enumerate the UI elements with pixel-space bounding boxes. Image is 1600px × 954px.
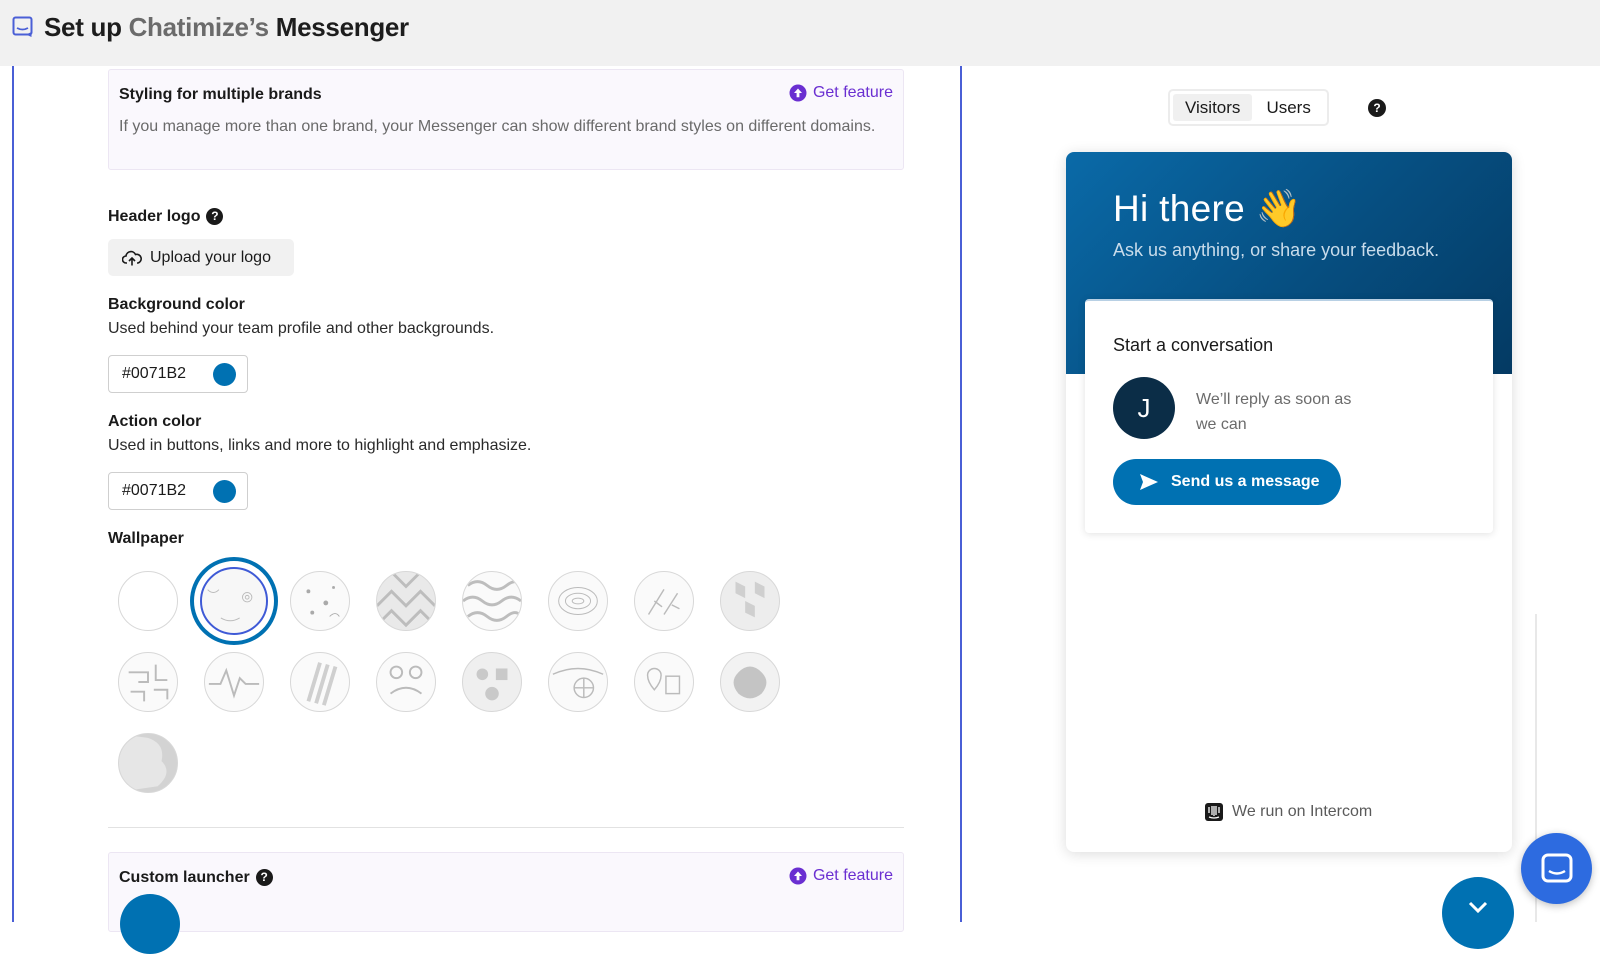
- header-logo-label: Header logo?: [108, 208, 224, 226]
- help-icon[interactable]: ?: [255, 869, 273, 886]
- wallpaper-option-selected[interactable]: [190, 557, 278, 645]
- section-divider: [108, 827, 904, 828]
- squiggle-pattern-icon: [463, 580, 521, 622]
- collapse-messenger-button[interactable]: [1442, 877, 1514, 949]
- wallpaper-option-none[interactable]: [118, 571, 178, 631]
- custom-launcher-box: Custom launcher? Get feature: [108, 852, 904, 932]
- wallpaper-option-shapes[interactable]: [462, 652, 522, 712]
- avatar: J: [1113, 377, 1175, 439]
- chat-bubble-icon: [12, 16, 33, 37]
- dots-pattern-icon: [306, 586, 340, 617]
- send-icon: [1140, 474, 1158, 490]
- geometric-pattern-icon: [377, 572, 435, 628]
- wallpaper-option-pulse[interactable]: [204, 652, 264, 712]
- title-prefix: Set up: [44, 12, 129, 42]
- send-message-button[interactable]: Send us a message: [1113, 459, 1341, 505]
- wallpaper-option-cubes[interactable]: [720, 571, 780, 631]
- upgrade-arrow-icon: [789, 84, 807, 102]
- header-logo-label-text: Header logo: [108, 208, 201, 225]
- blob-pattern-icon: [733, 666, 767, 699]
- brand-name: Chatimize’s: [128, 12, 270, 42]
- shapes-pattern-icon: [476, 668, 508, 701]
- action-color-value: #0071B2: [122, 482, 187, 499]
- wallpaper-option-squiggle[interactable]: [462, 571, 522, 631]
- custom-launcher-label: Custom launcher: [119, 869, 250, 886]
- wallpaper-option-bubble[interactable]: [118, 733, 178, 793]
- background-color-value: #0071B2: [122, 365, 187, 382]
- pulse-pattern-icon: [208, 667, 260, 699]
- bubble-pattern-icon: [119, 734, 167, 792]
- action-color-description: Used in buttons, links and more to highl…: [108, 437, 532, 454]
- multiple-brands-box: Styling for multiple brands Get feature …: [108, 69, 904, 170]
- custom-launcher-title: Custom launcher?: [119, 869, 273, 887]
- action-color-field[interactable]: #0071B2: [108, 472, 248, 510]
- wallpaper-option-leaves[interactable]: [634, 571, 694, 631]
- wallpaper-option-topographic[interactable]: [548, 571, 608, 631]
- chevron-down-icon: [1468, 901, 1488, 913]
- wallpaper-option-geometric[interactable]: [376, 571, 436, 631]
- swirl-pattern-icon: [207, 589, 253, 622]
- powered-by-label: We run on Intercom: [1232, 803, 1373, 820]
- cubes-pattern-icon: [735, 581, 765, 618]
- background-color-field[interactable]: #0071B2: [108, 355, 248, 393]
- top-bar: Set up Chatimize’s Messenger: [0, 0, 1600, 66]
- help-icon[interactable]: ?: [1368, 99, 1386, 117]
- leaves-pattern-icon: [647, 589, 680, 615]
- help-icon[interactable]: ?: [206, 208, 224, 225]
- launcher-preview-circle: [120, 894, 180, 954]
- wallpaper-option-globe[interactable]: [548, 652, 608, 712]
- greeting-subtitle: Ask us anything, or share your feedback.: [1113, 240, 1440, 260]
- globe-pattern-icon: [552, 667, 604, 699]
- wallpaper-label: Wallpaper: [108, 530, 184, 547]
- background-color-description: Used behind your team profile and other …: [108, 320, 495, 337]
- audience-toggle: Visitors Users: [1168, 89, 1329, 126]
- intercom-logo-icon: [1205, 803, 1223, 821]
- get-feature-label: Get feature: [812, 867, 893, 884]
- powered-by-link[interactable]: We run on Intercom: [1204, 802, 1372, 822]
- get-feature-link[interactable]: Get feature: [789, 867, 893, 885]
- title-suffix: Messenger: [268, 12, 409, 42]
- tab-users[interactable]: Users: [1254, 94, 1322, 121]
- conversation-card: Start a conversation J We’ll reply as so…: [1085, 299, 1493, 533]
- wallpaper-option-circles[interactable]: [376, 652, 436, 712]
- settings-panel: Styling for multiple brands Get feature …: [12, 66, 962, 932]
- background-color-swatch[interactable]: [213, 363, 236, 386]
- location-pattern-icon: [646, 667, 681, 695]
- tab-visitors[interactable]: Visitors: [1173, 94, 1253, 121]
- stripes-pattern-icon: [306, 662, 338, 706]
- wallpaper-preview: [200, 567, 268, 635]
- messenger-preview: Hi there 👋 Ask us anything, or share you…: [1066, 152, 1512, 852]
- chat-bubble-icon: [1541, 853, 1572, 882]
- upgrade-arrow-icon: [789, 867, 807, 885]
- reply-time-text: We’ll reply as soon as we can: [1196, 391, 1352, 433]
- upload-logo-label: Upload your logo: [150, 248, 271, 266]
- messenger-launcher-button[interactable]: [1521, 833, 1592, 904]
- get-feature-link[interactable]: Get feature: [789, 84, 893, 102]
- send-message-label: Send us a message: [1171, 473, 1320, 490]
- topographic-pattern-icon: [558, 586, 598, 616]
- upload-logo-button[interactable]: Upload your logo: [108, 239, 294, 276]
- wallpaper-option-location[interactable]: [634, 652, 694, 712]
- multiple-brands-description: If you manage more than one brand, your …: [119, 118, 876, 135]
- greeting-text: Hi there 👋: [1113, 188, 1302, 229]
- wallpaper-option-stripes[interactable]: [290, 652, 350, 712]
- wallpaper-option-dots[interactable]: [290, 571, 350, 631]
- maze-pattern-icon: [128, 664, 169, 702]
- wallpaper-option-maze[interactable]: [118, 652, 178, 712]
- action-color-swatch[interactable]: [213, 480, 236, 503]
- multiple-brands-title: Styling for multiple brands: [119, 86, 322, 103]
- get-feature-label: Get feature: [812, 84, 893, 101]
- card-title: Start a conversation: [1113, 335, 1274, 355]
- circles-pattern-icon: [389, 665, 423, 695]
- cloud-upload-icon: [122, 250, 142, 265]
- background-color-label: Background color: [108, 296, 245, 313]
- action-color-label: Action color: [108, 413, 202, 430]
- page-title: Set up Chatimize’s Messenger: [44, 12, 409, 43]
- wallpaper-option-blob[interactable]: [720, 652, 780, 712]
